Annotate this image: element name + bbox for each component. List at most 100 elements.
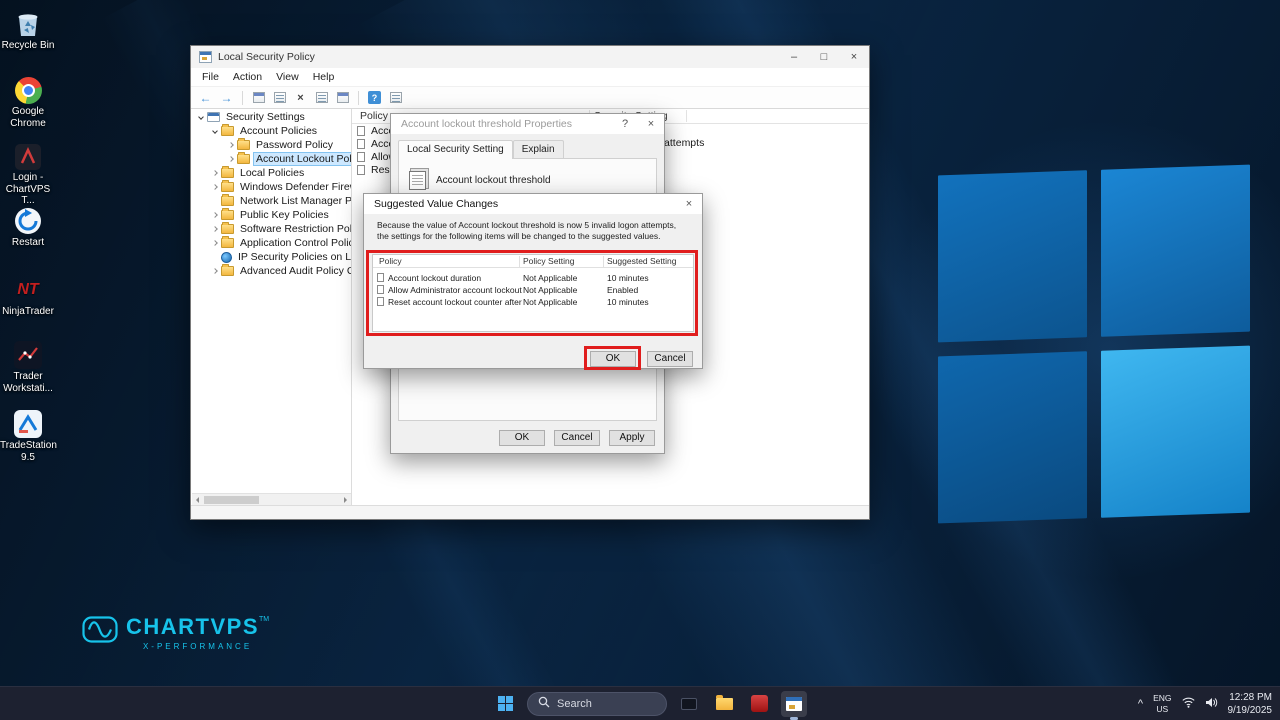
help-button[interactable]: ? — [366, 89, 383, 107]
column-policy[interactable]: Policy — [360, 110, 388, 122]
chevron-down-icon[interactable] — [210, 129, 220, 133]
tree-item-security-settings[interactable]: Security Settings — [192, 110, 351, 124]
table-row-account-lockout-duration[interactable]: Account lockout duration Not Applicable … — [373, 272, 693, 284]
tree-item-local-policies[interactable]: Local Policies — [192, 166, 351, 180]
tree-item-password-policy[interactable]: Password Policy — [192, 138, 351, 152]
folder-icon — [237, 140, 250, 150]
toolbar-separator — [242, 91, 243, 105]
column-policy[interactable]: Policy — [379, 256, 402, 266]
dialog-titlebar[interactable]: Account lockout threshold Properties ? × — [391, 114, 664, 134]
taskbar-app-secpol[interactable] — [781, 691, 807, 717]
tree-item-public-key-policies[interactable]: Public Key Policies — [192, 208, 351, 222]
chevron-right-icon[interactable] — [210, 171, 220, 175]
view-button[interactable] — [387, 89, 404, 107]
folder-icon — [221, 182, 234, 192]
restart-icon — [0, 203, 56, 235]
chevron-down-icon[interactable] — [196, 115, 206, 119]
new-window-button[interactable] — [334, 89, 351, 107]
close-button[interactable]: × — [839, 46, 869, 68]
tree-item-account-lockout-policy[interactable]: Account Lockout Policy — [192, 152, 351, 166]
properties-ok-button[interactable]: OK — [499, 430, 545, 446]
maximize-button[interactable]: □ — [809, 46, 839, 68]
menu-view[interactable]: View — [269, 69, 306, 85]
folder-icon — [716, 698, 733, 710]
column-separator[interactable] — [686, 110, 687, 122]
table-row-allow-administrator-account-lockout[interactable]: Allow Administrator account lockout Not … — [373, 284, 693, 296]
desktop-icon-ninjatrader[interactable]: NT NinjaTrader — [0, 272, 56, 318]
taskbar-search[interactable]: Search — [527, 692, 667, 716]
column-separator — [519, 256, 520, 267]
chevron-right-icon[interactable] — [210, 269, 220, 273]
tree-item-account-policies[interactable]: Account Policies — [192, 124, 351, 138]
menu-action[interactable]: Action — [226, 69, 269, 85]
tree-item-application-control-policies[interactable]: Application Control Policies — [192, 236, 351, 250]
properties-button[interactable] — [313, 89, 330, 107]
help-icon[interactable]: ? — [612, 114, 638, 134]
forward-button[interactable]: → — [218, 89, 235, 107]
taskbar-app-red[interactable] — [746, 691, 772, 717]
chevron-right-icon[interactable] — [210, 227, 220, 231]
close-icon[interactable]: × — [676, 194, 702, 214]
tree-item-network-list-manager[interactable]: Network List Manager Policies — [192, 194, 351, 208]
tree-item-windows-defender-firewall[interactable]: Windows Defender Firewall with Adva — [192, 180, 351, 194]
dialog-title: Account lockout threshold Properties — [401, 118, 572, 130]
tray-chevron-up-icon[interactable]: ^ — [1138, 698, 1143, 710]
column-policy-setting[interactable]: Policy Setting — [523, 256, 575, 266]
suggested-cancel-button[interactable]: Cancel — [647, 351, 693, 367]
language-indicator[interactable]: ENG US — [1153, 693, 1171, 713]
trader-workstation-icon — [0, 337, 56, 369]
desktop-icon-login-chartvps[interactable]: Login - ChartVPS T... — [0, 138, 56, 207]
scroll-right-arrow[interactable] — [340, 495, 351, 505]
toolbar: ← → × ? — [191, 87, 869, 109]
suggested-ok-button[interactable]: OK — [590, 351, 636, 367]
export-list-button[interactable] — [271, 89, 288, 107]
tree-item-software-restriction-policies[interactable]: Software Restriction Policies — [192, 222, 351, 236]
taskbar-app-file-explorer[interactable] — [711, 691, 737, 717]
minimize-button[interactable]: – — [779, 46, 809, 68]
desktop-icon-tradestation[interactable]: TradeStation 9.5 — [0, 406, 56, 463]
ninjatrader-icon: NT — [0, 272, 56, 304]
back-button[interactable]: ← — [197, 89, 214, 107]
chevron-right-icon[interactable] — [226, 143, 236, 147]
menu-file[interactable]: File — [195, 69, 226, 85]
tab-explain[interactable]: Explain — [513, 140, 564, 159]
folder-icon — [221, 266, 234, 276]
taskbar: Search ^ ENG US 12:28 PM 9/19/2025 — [0, 686, 1280, 720]
chevron-right-icon[interactable] — [210, 213, 220, 217]
dialog-message: Because the value of Account lockout thr… — [377, 220, 689, 243]
desktop-icon-restart[interactable]: Restart — [0, 203, 56, 249]
properties-apply-button[interactable]: Apply — [609, 430, 655, 446]
tree-item-ip-security-policies[interactable]: IP Security Policies on Local Compute — [192, 250, 351, 264]
table-row-reset-account-lockout-counter[interactable]: Reset account lockout counter after Not … — [373, 296, 693, 308]
chevron-right-icon[interactable] — [210, 185, 220, 189]
close-icon[interactable]: × — [638, 114, 664, 134]
properties-cancel-button[interactable]: Cancel — [554, 430, 600, 446]
delete-button[interactable]: × — [292, 89, 309, 107]
login-app-icon — [0, 138, 56, 170]
taskbar-app-desktops[interactable] — [676, 691, 702, 717]
desktop-icon-recycle-bin[interactable]: Recycle Bin — [0, 6, 56, 52]
chevron-right-icon[interactable] — [210, 241, 220, 245]
scroll-left-arrow[interactable] — [192, 495, 203, 505]
policy-doc-icon — [357, 165, 365, 175]
menu-help[interactable]: Help — [306, 69, 342, 85]
windows-start-icon — [498, 696, 513, 711]
folder-icon — [237, 154, 250, 164]
horizontal-scrollbar[interactable] — [192, 493, 351, 505]
desktop-icon-trader-workstation[interactable]: Trader Workstati... — [0, 337, 56, 394]
show-console-tree-button[interactable] — [250, 89, 267, 107]
tree-item-advanced-audit-policy[interactable]: Advanced Audit Policy Configuration — [192, 264, 351, 278]
clock[interactable]: 12:28 PM 9/19/2025 — [1228, 691, 1273, 717]
desktop-icon-google-chrome[interactable]: Google Chrome — [0, 72, 56, 129]
start-button[interactable] — [492, 691, 518, 717]
tab-local-security-setting[interactable]: Local Security Setting — [398, 140, 513, 159]
window-titlebar[interactable]: Local Security Policy – □ × — [191, 46, 869, 68]
wifi-icon[interactable] — [1182, 695, 1195, 713]
dialog-titlebar[interactable]: Suggested Value Changes × — [364, 194, 702, 214]
policy-doc-icon — [377, 273, 384, 282]
folder-icon — [221, 238, 234, 248]
volume-icon[interactable] — [1205, 695, 1218, 713]
scrollbar-thumb[interactable] — [204, 496, 259, 504]
chevron-right-icon[interactable] — [226, 157, 236, 161]
column-suggested-setting[interactable]: Suggested Setting — [607, 256, 676, 266]
